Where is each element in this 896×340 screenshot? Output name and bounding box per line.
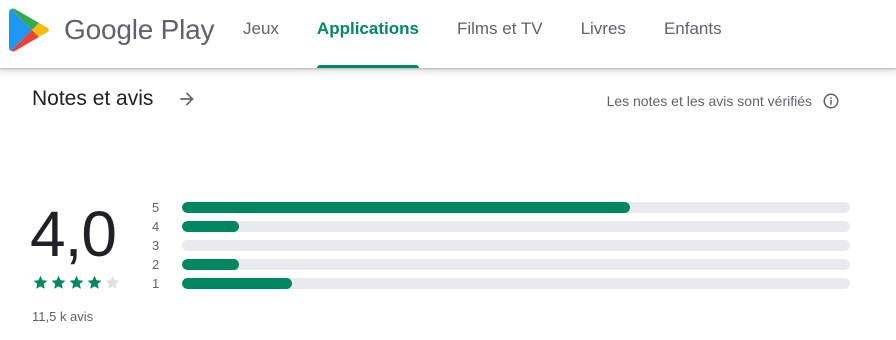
histogram-bar <box>182 278 293 289</box>
histogram-track <box>182 221 850 232</box>
review-count: 11,5 k avis <box>32 309 94 324</box>
star-filled-icon <box>86 274 103 291</box>
tab-enfants[interactable]: Enfants <box>645 0 741 68</box>
arrow-right-icon[interactable] <box>175 87 199 111</box>
tab-jeux[interactable]: Jeux <box>224 0 298 68</box>
histogram-label: 1 <box>152 276 160 291</box>
histogram-row-5: 5 <box>152 198 852 217</box>
histogram-bar <box>182 259 239 270</box>
star-filled-icon <box>68 274 85 291</box>
tab-applications[interactable]: Applications <box>298 0 438 68</box>
histogram-bar <box>182 202 630 213</box>
histogram-track <box>182 259 850 270</box>
histogram-row-1: 1 <box>152 274 852 293</box>
histogram-label: 4 <box>152 219 160 234</box>
histogram-track <box>182 202 850 213</box>
main-nav: Jeux Applications Films et TV Livres Enf… <box>224 0 741 68</box>
histogram-row-2: 2 <box>152 255 852 274</box>
brand-name: Google Play <box>64 14 215 45</box>
star-rating <box>32 274 121 291</box>
google-play-logo[interactable]: Google Play <box>8 6 215 54</box>
star-filled-icon <box>32 274 49 291</box>
info-icon[interactable] <box>822 92 840 110</box>
histogram-label: 3 <box>152 238 160 253</box>
star-empty-icon <box>104 274 121 291</box>
tab-films-et-tv[interactable]: Films et TV <box>438 0 562 68</box>
rating-histogram: 5 4 3 2 1 <box>152 198 852 293</box>
tab-livres[interactable]: Livres <box>562 0 645 68</box>
average-rating: 4,0 <box>30 198 117 270</box>
histogram-row-4: 4 <box>152 217 852 236</box>
histogram-row-3: 3 <box>152 236 852 255</box>
google-play-logo-icon <box>9 8 49 52</box>
verified-notice: Les notes et les avis sont vérifiés <box>607 90 840 112</box>
star-filled-icon <box>50 274 67 291</box>
histogram-track <box>182 240 850 251</box>
histogram-track <box>182 278 850 289</box>
histogram-label: 5 <box>152 200 160 215</box>
top-app-bar: Google Play Jeux Applications Films et T… <box>0 0 896 68</box>
verified-text: Les notes et les avis sont vérifiés <box>606 93 812 109</box>
section-title: Notes et avis <box>32 87 154 110</box>
histogram-label: 2 <box>152 257 160 272</box>
histogram-bar <box>182 221 239 232</box>
ratings-header[interactable]: Notes et avis <box>32 82 199 116</box>
